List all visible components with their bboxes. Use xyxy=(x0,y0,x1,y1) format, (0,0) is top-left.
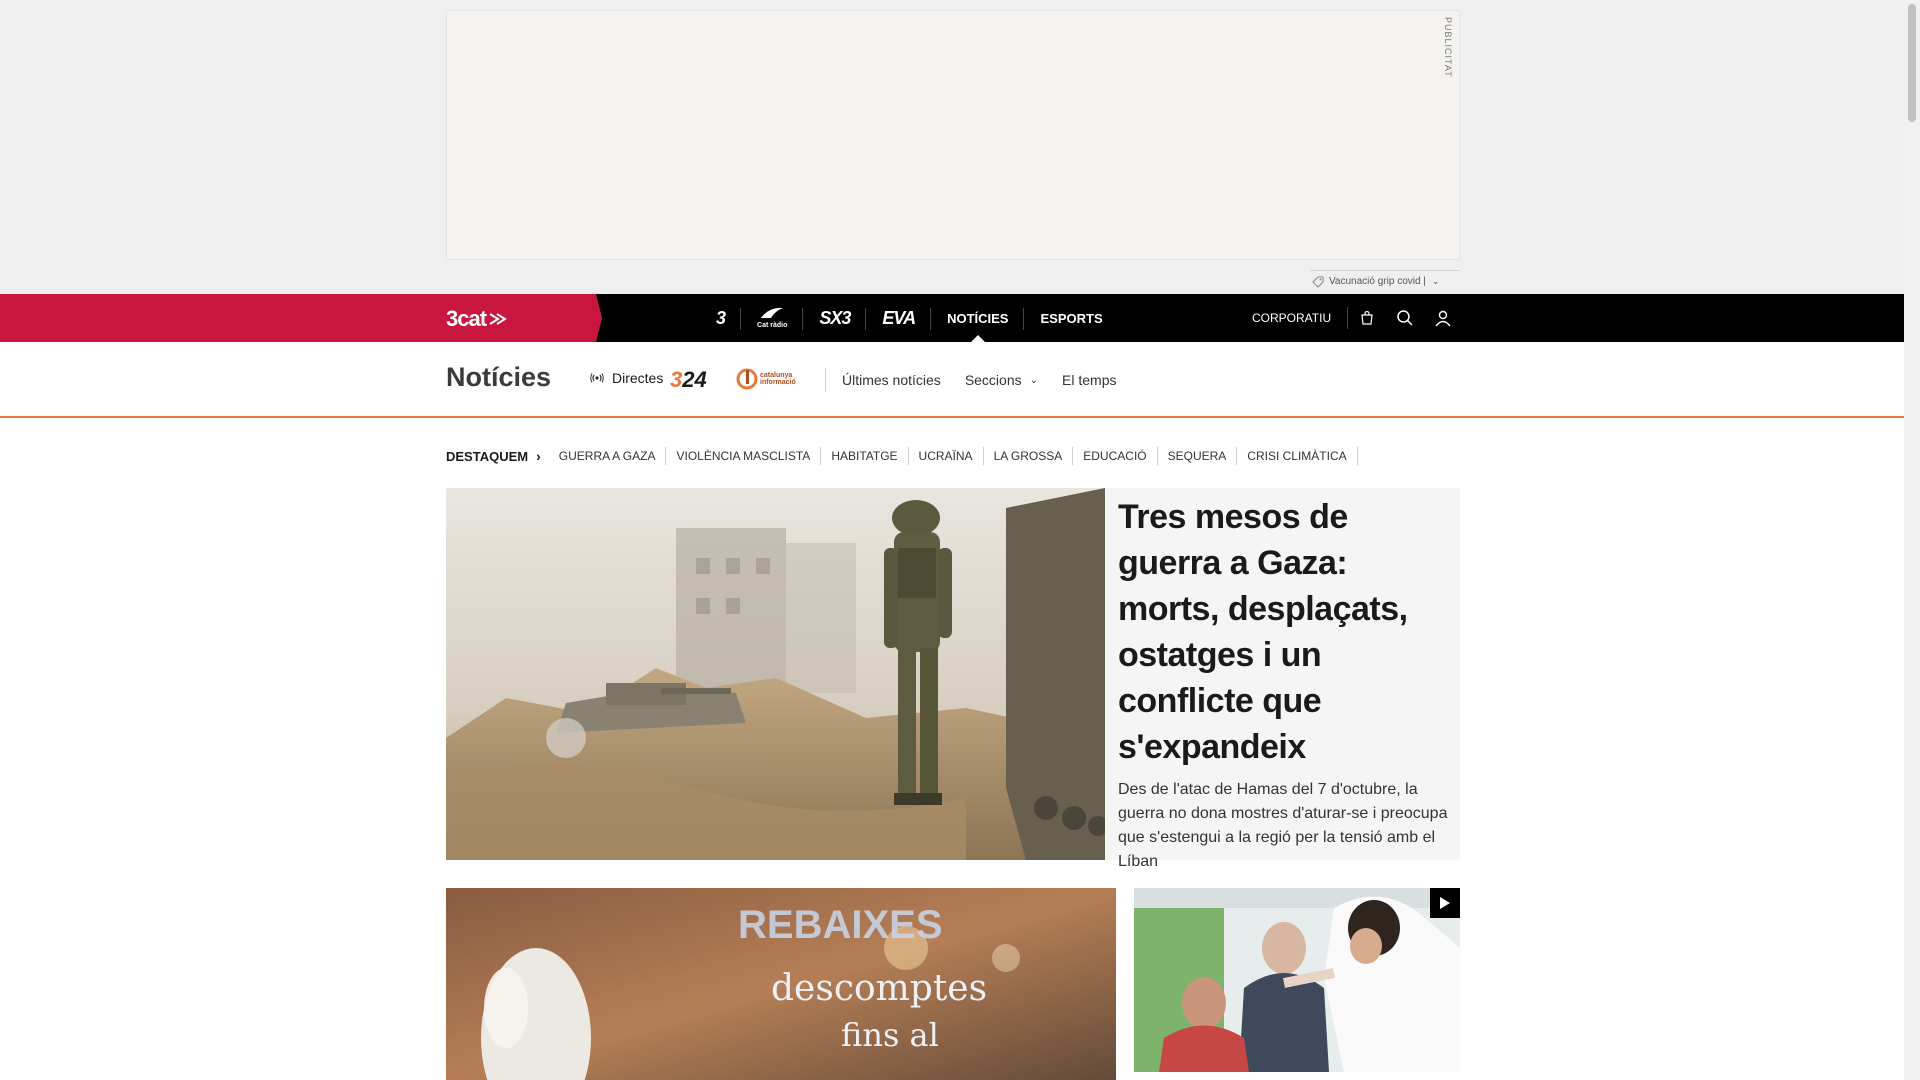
vaccination-photo xyxy=(1134,888,1460,1072)
chevron-down-icon[interactable]: ⌄ xyxy=(1432,276,1440,287)
topic-link[interactable]: CRISI CLIMÀTICA xyxy=(1237,447,1358,465)
user-icon[interactable] xyxy=(1424,294,1462,342)
latest-news-link[interactable]: Últimes notícies xyxy=(842,372,941,388)
chevron-down-icon: ⌄ xyxy=(1029,374,1039,386)
catalunya-informacio-logo[interactable]: catalunya informació xyxy=(736,368,816,390)
channel-list: 3 Cat ràdio SX3 EVA NOTÍCIES ESPORTS xyxy=(700,294,1119,342)
channel-sx3[interactable]: SX3 xyxy=(803,294,867,342)
topic-link[interactable]: UCRAÏNA xyxy=(909,447,984,465)
topic-link[interactable]: HABITATGE xyxy=(821,447,909,465)
topic-link[interactable]: LA GROSSA xyxy=(984,447,1074,465)
ad-slot[interactable]: PUBLICITAT xyxy=(446,10,1460,260)
catradio-icon xyxy=(761,307,784,318)
topic-link[interactable]: VIOLÈNCIA MASCLISTA xyxy=(666,447,822,465)
lead-summary: Des de l'atac de Hamas del 7 d'octubre, … xyxy=(1118,781,1448,870)
soldier-gaza-photo xyxy=(446,488,1105,860)
tag-icon xyxy=(1312,276,1324,288)
channel-esports[interactable]: ESPORTS xyxy=(1024,294,1118,342)
topnav-right: CORPORATIU xyxy=(1240,294,1462,342)
catradio-logo: Cat ràdio xyxy=(757,307,787,330)
shop-icon[interactable] xyxy=(1348,294,1386,342)
ad-label: PUBLICITAT xyxy=(1443,17,1453,78)
article-card-sales[interactable]: REBAIXES descomptes fins al xyxy=(446,888,1116,1080)
brand-name: 3cat xyxy=(446,306,487,331)
topic-link[interactable]: SEQUERA xyxy=(1158,447,1238,465)
logo-324-number: 24 xyxy=(682,367,707,392)
chevron-right-icon: › xyxy=(536,448,541,464)
esports-label: ESPORTS xyxy=(1040,310,1103,326)
directes-link[interactable]: Directes xyxy=(590,370,663,386)
channel-tv3[interactable]: 3 xyxy=(700,294,742,342)
top-navigation: 3cat 3 Cat ràdio SX3 EVA NOTÍCIES ESPORT… xyxy=(0,294,1904,342)
lead-headline[interactable]: Tres mesos de guerra a Gaza: morts, desp… xyxy=(1118,494,1448,770)
weather-link[interactable]: El temps xyxy=(1062,372,1116,388)
sign-descomptes: descomptes xyxy=(771,968,987,1009)
sign-rebaixes: REBAIXES xyxy=(738,903,943,947)
brand-logo[interactable]: 3cat xyxy=(446,306,508,332)
ci-logo-text: catalunya informació xyxy=(760,372,796,386)
lead-article[interactable]: Tres mesos de guerra a Gaza: morts, desp… xyxy=(446,488,1460,870)
tv3-logo: 3 xyxy=(716,307,726,328)
trending-alert-text: Vacunació grip covid | xyxy=(1329,276,1426,287)
ci-mark-icon xyxy=(736,368,758,390)
play-icon[interactable] xyxy=(1430,888,1460,918)
channel-eva[interactable]: EVA xyxy=(866,294,931,342)
page-scrollbar[interactable] xyxy=(1904,0,1920,1080)
featured-topics: DESTAQUEM › GUERRA A GAZA VIOLÈNCIA MASC… xyxy=(446,446,1358,466)
topic-link[interactable]: GUERRA A GAZA xyxy=(549,447,667,465)
catradio-text: Cat ràdio xyxy=(757,321,788,329)
play-arrows-icon xyxy=(489,313,507,325)
section-nav: Últimes notícies Seccions ⌄ El temps xyxy=(842,372,1140,388)
featured-label[interactable]: DESTAQUEM › xyxy=(446,448,541,464)
search-icon[interactable] xyxy=(1386,294,1424,342)
channel-noticies[interactable]: NOTÍCIES xyxy=(931,294,1025,342)
lead-article-text: Tres mesos de guerra a Gaza: morts, desp… xyxy=(1118,494,1448,874)
featured-label-text: DESTAQUEM xyxy=(446,448,529,464)
live-broadcast-icon xyxy=(590,373,604,383)
page: PUBLICITAT Vacunació grip covid | ⌄ 3cat… xyxy=(0,0,1920,1080)
eva-logo: EVA xyxy=(882,307,916,328)
sx3-logo: SX3 xyxy=(819,307,851,328)
ad-band: PUBLICITAT Vacunació grip covid | ⌄ xyxy=(0,0,1904,294)
brand-band xyxy=(0,294,602,342)
channel-catradio[interactable]: Cat ràdio xyxy=(741,294,804,342)
channel-324-logo[interactable]: 3 24 xyxy=(670,367,707,393)
topic-link[interactable]: EDUCACIÓ xyxy=(1073,447,1158,465)
scrollbar-thumb[interactable] xyxy=(1908,4,1916,122)
sections-dropdown[interactable]: Seccions ⌄ xyxy=(965,372,1038,388)
sales-window-photo: REBAIXES descomptes fins al xyxy=(446,888,1116,1080)
trending-alert[interactable]: Vacunació grip covid | ⌄ xyxy=(1310,270,1460,292)
noticies-label: NOTÍCIES xyxy=(947,310,1009,326)
article-card-vaccine[interactable] xyxy=(1134,888,1460,1072)
sign-fins-al: fins al xyxy=(841,1016,939,1054)
header-divider xyxy=(825,368,826,392)
lead-article-image[interactable] xyxy=(446,488,1105,860)
section-header: Notícies Directes 3 24 catalunya informa… xyxy=(0,342,1904,418)
sections-label: Seccions xyxy=(964,372,1022,388)
logo-324-three: 3 xyxy=(670,367,683,392)
section-title[interactable]: Notícies xyxy=(446,362,551,393)
corporatiu-link[interactable]: CORPORATIU xyxy=(1240,307,1349,329)
directes-label: Directes xyxy=(612,370,664,386)
